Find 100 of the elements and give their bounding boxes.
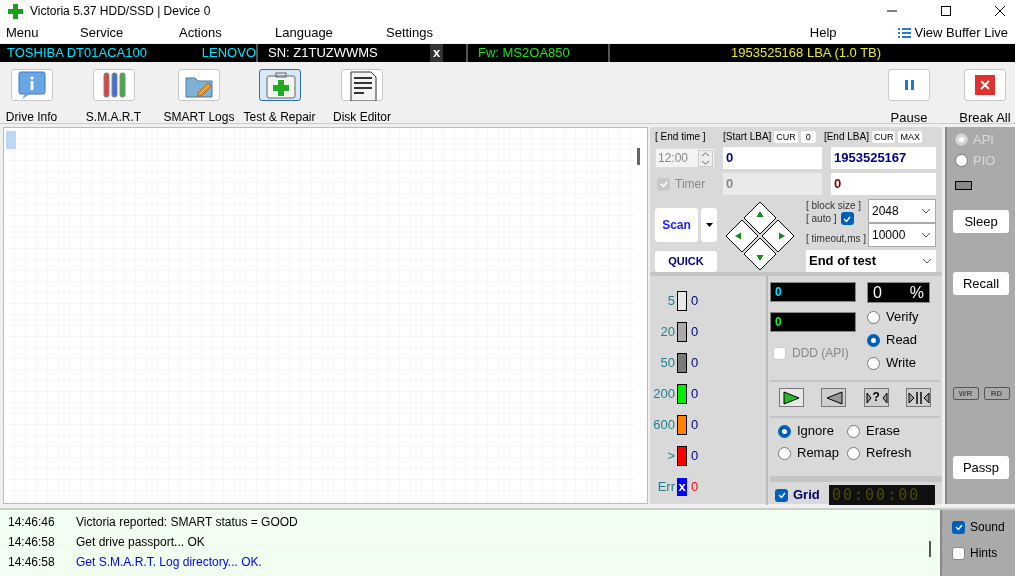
menu-item[interactable]: Service — [80, 24, 124, 40]
toolbar-button[interactable]: S.M.A.R.T — [85, 69, 142, 126]
option-label: Hints — [970, 545, 998, 562]
play-button[interactable] — [779, 387, 804, 407]
radio-button[interactable] — [867, 310, 880, 324]
radio-button[interactable] — [778, 424, 791, 438]
log-message: Get drive passport... OK — [76, 533, 205, 551]
legend-label: 5 — [666, 291, 675, 310]
caret-icon — [705, 223, 713, 227]
legend-count: 0 — [691, 384, 699, 403]
start-lba-current-field: 0 — [723, 173, 822, 195]
block-size-select[interactable]: 2048 — [868, 199, 936, 223]
passport-button[interactable]: Passp — [953, 456, 1009, 479]
log-message: Victoria reported: SMART status = GOOD — [76, 513, 298, 531]
grid-label: Grid — [793, 486, 820, 505]
checkbox[interactable] — [952, 546, 965, 560]
timeout-select[interactable]: 10000 — [868, 223, 936, 247]
start-lba-field[interactable]: 0 — [723, 147, 822, 169]
max-button[interactable]: MAX — [898, 130, 922, 143]
verify-button[interactable]: ? — [863, 387, 889, 407]
legend-count: 0 — [691, 477, 699, 496]
down-arrow-button[interactable] — [743, 237, 777, 271]
close-icon[interactable] — [995, 6, 1005, 16]
left-arrow-button[interactable] — [725, 219, 759, 253]
chevron-down-icon — [922, 232, 930, 238]
chevron-down-icon — [922, 208, 930, 214]
menu-item[interactable]: Settings — [386, 24, 433, 40]
legend-label: 200 — [652, 384, 675, 403]
end-lba-current-field: 0 — [831, 173, 936, 195]
menu-item[interactable]: Help — [809, 22, 837, 43]
radio-button[interactable] — [847, 446, 860, 460]
drive-model: TOSHIBA DT01ACA100 — [7, 44, 148, 63]
chevron-down-icon — [923, 258, 931, 264]
drive-serial: SN: Z1TUZWWMS — [268, 44, 379, 63]
start-offset-value: 0 — [800, 130, 816, 143]
legend-count: 0 — [691, 353, 699, 372]
checkbox[interactable] — [775, 488, 788, 502]
error-action-label: Refresh — [866, 444, 912, 463]
toolbar-button[interactable]: Test & Repair — [241, 69, 318, 126]
view-buffer-button[interactable]: View Buffer Live — [897, 22, 1008, 43]
menu-item[interactable]: Language — [275, 24, 333, 40]
app-icon — [8, 3, 23, 19]
right-arrow-button[interactable] — [761, 219, 795, 253]
drive-capacity: 1953525168 LBA (1.0 TB) — [731, 45, 882, 61]
scrollbar-thumb[interactable] — [637, 148, 640, 165]
end-lba-label: [End LBA] — [823, 130, 869, 144]
firmware-version: Fw: MS2OA850 — [478, 44, 570, 63]
end-lba-field[interactable]: 1953525167 — [831, 147, 936, 169]
end-time-label: [ End time ] — [655, 130, 707, 144]
menu-item[interactable]: Actions — [179, 24, 222, 40]
timer-label: Timer — [675, 176, 706, 193]
break-all-button[interactable]: Break All — [959, 69, 1011, 128]
scan-button[interactable]: Scan — [655, 208, 698, 242]
toolbar-button[interactable]: SMART Logs — [163, 69, 235, 126]
toolbar-button[interactable]: Disk Editor — [330, 69, 394, 126]
error-swatch: x — [677, 477, 687, 496]
scrollbar-thumb[interactable] — [929, 541, 931, 557]
dropdown-button[interactable] — [701, 208, 717, 242]
side-button[interactable]: Sleep — [953, 210, 1009, 233]
radio-button[interactable] — [867, 333, 880, 347]
checkbox[interactable] — [952, 520, 965, 534]
log-message: Get S.M.A.R.T. Log directory... OK. — [76, 553, 262, 571]
reverse-button[interactable] — [821, 387, 847, 407]
legend-label: > — [666, 446, 675, 465]
quick-button[interactable]: QUICK — [655, 251, 717, 272]
log-time: 14:46:46 — [7, 513, 56, 531]
log-time: 14:46:58 — [7, 533, 56, 551]
current-button[interactable]: CUR — [774, 130, 798, 143]
legend-label: 50 — [659, 353, 675, 372]
up-arrow-button[interactable] — [743, 201, 777, 235]
grid-cursor — [6, 131, 16, 149]
error-action-label: Ignore — [797, 422, 834, 441]
current-button[interactable]: CUR — [871, 130, 896, 143]
spinner-icon[interactable] — [698, 149, 713, 167]
window-title: Victoria 5.37 HDD/SSD | Device 0 — [30, 3, 211, 20]
log-time: 14:46:58 — [7, 553, 56, 571]
list-icon — [897, 26, 911, 39]
mode-label: Verify — [886, 308, 919, 327]
mode-label: Write — [886, 354, 917, 373]
drive-vendor: LENOVO — [201, 44, 256, 63]
skip-button[interactable] — [906, 387, 931, 407]
elapsed-time-display: 00:00:00 — [829, 485, 935, 505]
activity-indicator: WR — [952, 387, 979, 400]
pause-icon — [904, 80, 914, 90]
side-button[interactable]: Recall — [953, 272, 1009, 295]
radio-button[interactable] — [847, 424, 860, 438]
timeout-label: [ timeout,ms ] — [806, 232, 867, 245]
mode-label: Read — [886, 331, 918, 350]
end-action-select[interactable]: End of test — [806, 250, 936, 272]
error-action-label: Erase — [866, 422, 900, 441]
percent-value: 0 — [873, 282, 883, 303]
legend-count: 0 — [691, 291, 699, 310]
checkbox[interactable] — [840, 212, 854, 225]
radio-button[interactable] — [778, 446, 791, 460]
toolbar-button[interactable]: Drive Info — [3, 69, 60, 126]
menu-item[interactable]: Menu — [6, 24, 39, 40]
maximize-icon[interactable] — [941, 6, 951, 16]
radio-button[interactable] — [867, 356, 880, 370]
blocks-counter: 0 — [770, 282, 856, 302]
close-drive-button[interactable]: x — [430, 44, 444, 62]
